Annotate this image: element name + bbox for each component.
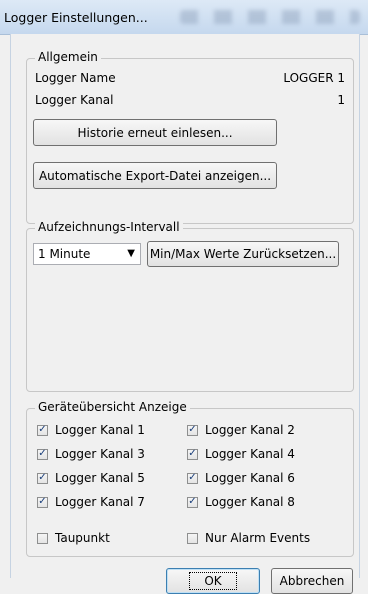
checkbox-label: Logger Kanal 6 bbox=[205, 471, 295, 485]
dialog-client-area: Allgemein Logger Name LOGGER 1 Logger Ka… bbox=[10, 34, 360, 594]
group-allgemein-legend: Allgemein bbox=[35, 50, 101, 64]
logger-name-value: LOGGER 1 bbox=[283, 71, 345, 85]
checkbox-kanal-5[interactable]: ✓ Logger Kanal 5 bbox=[37, 471, 145, 485]
checkbox-label: Logger Kanal 4 bbox=[205, 447, 295, 461]
check-icon: ✓ bbox=[187, 496, 198, 508]
checkbox-label: Logger Kanal 5 bbox=[55, 471, 145, 485]
window-title: Logger Einstellungen... bbox=[4, 10, 148, 25]
check-icon: ✓ bbox=[187, 472, 198, 484]
group-intervall: Aufzeichnungs-Intervall 1 Minute ▼ Min/M… bbox=[26, 220, 354, 392]
intervall-select-value: 1 Minute bbox=[38, 247, 91, 261]
historie-einlesen-button[interactable]: Historie erneut einlesen... bbox=[33, 119, 277, 146]
check-icon: ✓ bbox=[37, 448, 48, 460]
checkbox-label: Nur Alarm Events bbox=[205, 531, 311, 545]
checkbox-kanal-6[interactable]: ✓ Logger Kanal 6 bbox=[187, 471, 295, 485]
checkbox-label: Logger Kanal 7 bbox=[55, 495, 145, 509]
logger-kanal-value: 1 bbox=[337, 93, 345, 107]
group-anzeige: Geräteübersicht Anzeige ✓ Logger Kanal 1… bbox=[26, 400, 354, 557]
check-icon: ✓ bbox=[187, 448, 198, 460]
group-anzeige-legend: Geräteübersicht Anzeige bbox=[35, 400, 190, 414]
group-allgemein: Allgemein Logger Name LOGGER 1 Logger Ka… bbox=[26, 50, 354, 224]
checkbox-empty bbox=[187, 532, 198, 544]
checkbox-kanal-3[interactable]: ✓ Logger Kanal 3 bbox=[37, 447, 145, 461]
checkbox-kanal-4[interactable]: ✓ Logger Kanal 4 bbox=[187, 447, 295, 461]
ok-button-label: OK bbox=[189, 572, 237, 590]
checkbox-kanal-2[interactable]: ✓ Logger Kanal 2 bbox=[187, 423, 295, 437]
checkbox-kanal-1[interactable]: ✓ Logger Kanal 1 bbox=[37, 423, 145, 437]
logger-kanal-label: Logger Kanal bbox=[35, 93, 114, 107]
logger-name-label: Logger Name bbox=[35, 71, 116, 85]
ok-button[interactable]: OK bbox=[166, 568, 260, 594]
checkbox-label: Logger Kanal 3 bbox=[55, 447, 145, 461]
checkbox-label: Taupunkt bbox=[55, 531, 110, 545]
export-datei-button[interactable]: Automatische Export-Datei anzeigen... bbox=[33, 162, 277, 189]
checkbox-label: Logger Kanal 2 bbox=[205, 423, 295, 437]
checkbox-kanal-7[interactable]: ✓ Logger Kanal 7 bbox=[37, 495, 145, 509]
checkbox-kanal-8[interactable]: ✓ Logger Kanal 8 bbox=[187, 495, 295, 509]
checkbox-label: Logger Kanal 8 bbox=[205, 495, 295, 509]
checkbox-nur-alarm-events[interactable]: Nur Alarm Events bbox=[187, 531, 310, 545]
checkbox-label: Logger Kanal 1 bbox=[55, 423, 145, 437]
intervall-select[interactable]: 1 Minute ▼ bbox=[33, 243, 141, 265]
check-icon: ✓ bbox=[187, 424, 198, 436]
checkbox-taupunkt[interactable]: Taupunkt bbox=[37, 531, 110, 545]
checkbox-empty bbox=[37, 532, 48, 544]
cancel-button[interactable]: Abbrechen bbox=[271, 568, 353, 594]
check-icon: ✓ bbox=[37, 424, 48, 436]
minmax-reset-button[interactable]: Min/Max Werte Zurücksetzen... bbox=[147, 241, 339, 267]
blurred-background-window bbox=[180, 10, 360, 24]
check-icon: ✓ bbox=[37, 496, 48, 508]
check-icon: ✓ bbox=[37, 472, 48, 484]
group-intervall-legend: Aufzeichnungs-Intervall bbox=[35, 220, 183, 234]
title-bar[interactable]: Logger Einstellungen... bbox=[0, 0, 368, 35]
chevron-down-icon: ▼ bbox=[127, 248, 135, 259]
